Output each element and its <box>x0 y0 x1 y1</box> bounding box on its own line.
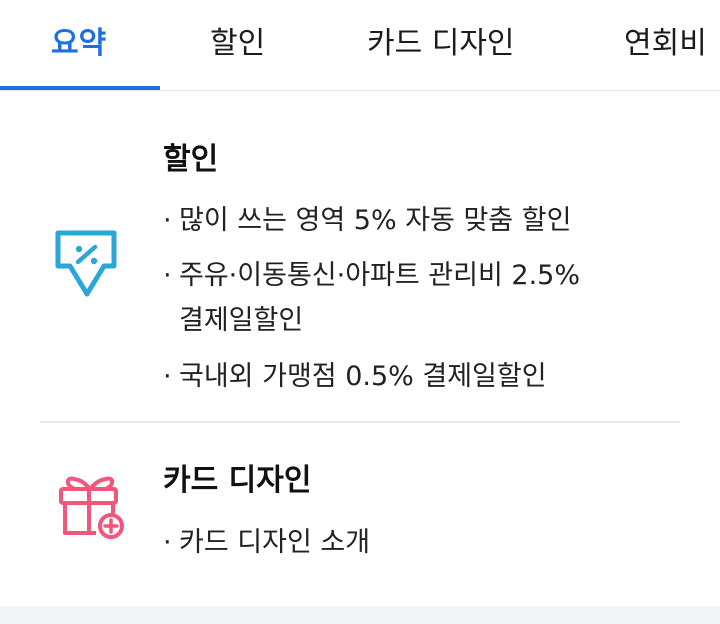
discount-item: · 많이 쓰는 영역 5% 자동 맞춤 할인 <box>163 205 572 236</box>
discount-item: · 국내외 가맹점 0.5% 결제일할인 <box>163 361 547 392</box>
section-divider <box>40 421 680 423</box>
discount-section-title: 할인 <box>163 142 219 177</box>
tab-discount[interactable]: 할인 <box>210 22 265 66</box>
gift-icon <box>56 470 128 546</box>
tab-bar: 요약 할인 카드 디자인 연회비 <box>0 0 720 91</box>
bottom-separator-band <box>0 606 720 624</box>
card-design-item[interactable]: · 카드 디자인 소개 <box>163 525 370 561</box>
card-design-section-title: 카드 디자인 <box>163 463 312 498</box>
discount-tag-icon <box>52 228 122 304</box>
discount-item: · 주유·이동통신·아파트 관리비 2.5% <box>163 260 581 291</box>
tab-summary[interactable]: 요약 <box>51 22 106 66</box>
tab-annual-fee[interactable]: 연회비 <box>624 22 707 66</box>
discount-item-continued: 결제일할인 <box>179 305 304 336</box>
tab-card-design[interactable]: 카드 디자인 <box>367 22 515 66</box>
active-tab-indicator <box>0 86 160 90</box>
